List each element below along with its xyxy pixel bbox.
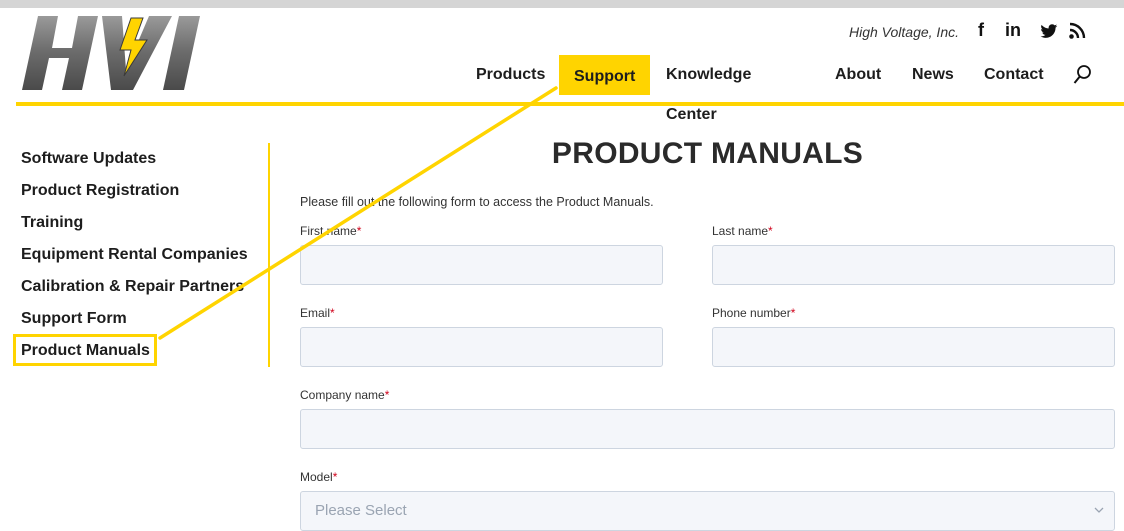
phone-label: Phone number*	[712, 306, 796, 320]
header-divider	[16, 102, 1124, 106]
nav-news[interactable]: News	[912, 55, 954, 95]
top-border	[0, 0, 1124, 8]
sidebar-divider	[268, 143, 270, 367]
search-icon[interactable]	[1073, 64, 1093, 86]
nav-about[interactable]: About	[835, 55, 881, 95]
active-item-highlight	[13, 334, 157, 366]
first-name-label: First name*	[300, 224, 362, 238]
company-field[interactable]	[300, 409, 1115, 449]
twitter-icon[interactable]	[1040, 24, 1058, 39]
model-select[interactable]: Please Select	[300, 491, 1115, 531]
nav-knowledge-center[interactable]: Knowledge Center	[666, 55, 751, 123]
form-intro: Please fill out the following form to ac…	[300, 195, 654, 209]
model-select-value: Please Select	[315, 502, 407, 519]
email-label: Email*	[300, 306, 335, 320]
nav-contact[interactable]: Contact	[984, 55, 1044, 95]
sidebar-item-software-updates[interactable]: Software Updates	[21, 150, 156, 168]
chevron-down-icon	[1094, 507, 1104, 513]
linkedin-icon[interactable]: in	[1005, 20, 1021, 41]
hvi-logo[interactable]	[16, 12, 221, 94]
sidebar-item-support-form[interactable]: Support Form	[21, 310, 127, 328]
tagline: High Voltage, Inc.	[849, 24, 959, 40]
last-name-field[interactable]	[712, 245, 1115, 285]
first-name-field[interactable]	[300, 245, 663, 285]
sidebar-item-training[interactable]: Training	[21, 214, 83, 232]
page-title: PRODUCT MANUALS	[551, 137, 864, 170]
sidebar-item-calibration-repair[interactable]: Calibration & Repair Partners	[21, 278, 244, 296]
phone-field[interactable]	[712, 327, 1115, 367]
sidebar-item-product-registration[interactable]: Product Registration	[21, 182, 179, 200]
rss-icon[interactable]	[1068, 22, 1086, 40]
sidebar-item-equipment-rental[interactable]: Equipment Rental Companies	[21, 246, 248, 264]
company-label: Company name*	[300, 388, 390, 402]
nav-support[interactable]: Support	[559, 55, 651, 95]
nav-products[interactable]: Products	[476, 55, 545, 95]
facebook-icon[interactable]: f	[978, 20, 984, 41]
email-field[interactable]	[300, 327, 663, 367]
last-name-label: Last name*	[712, 224, 773, 238]
model-label: Model*	[300, 470, 338, 484]
